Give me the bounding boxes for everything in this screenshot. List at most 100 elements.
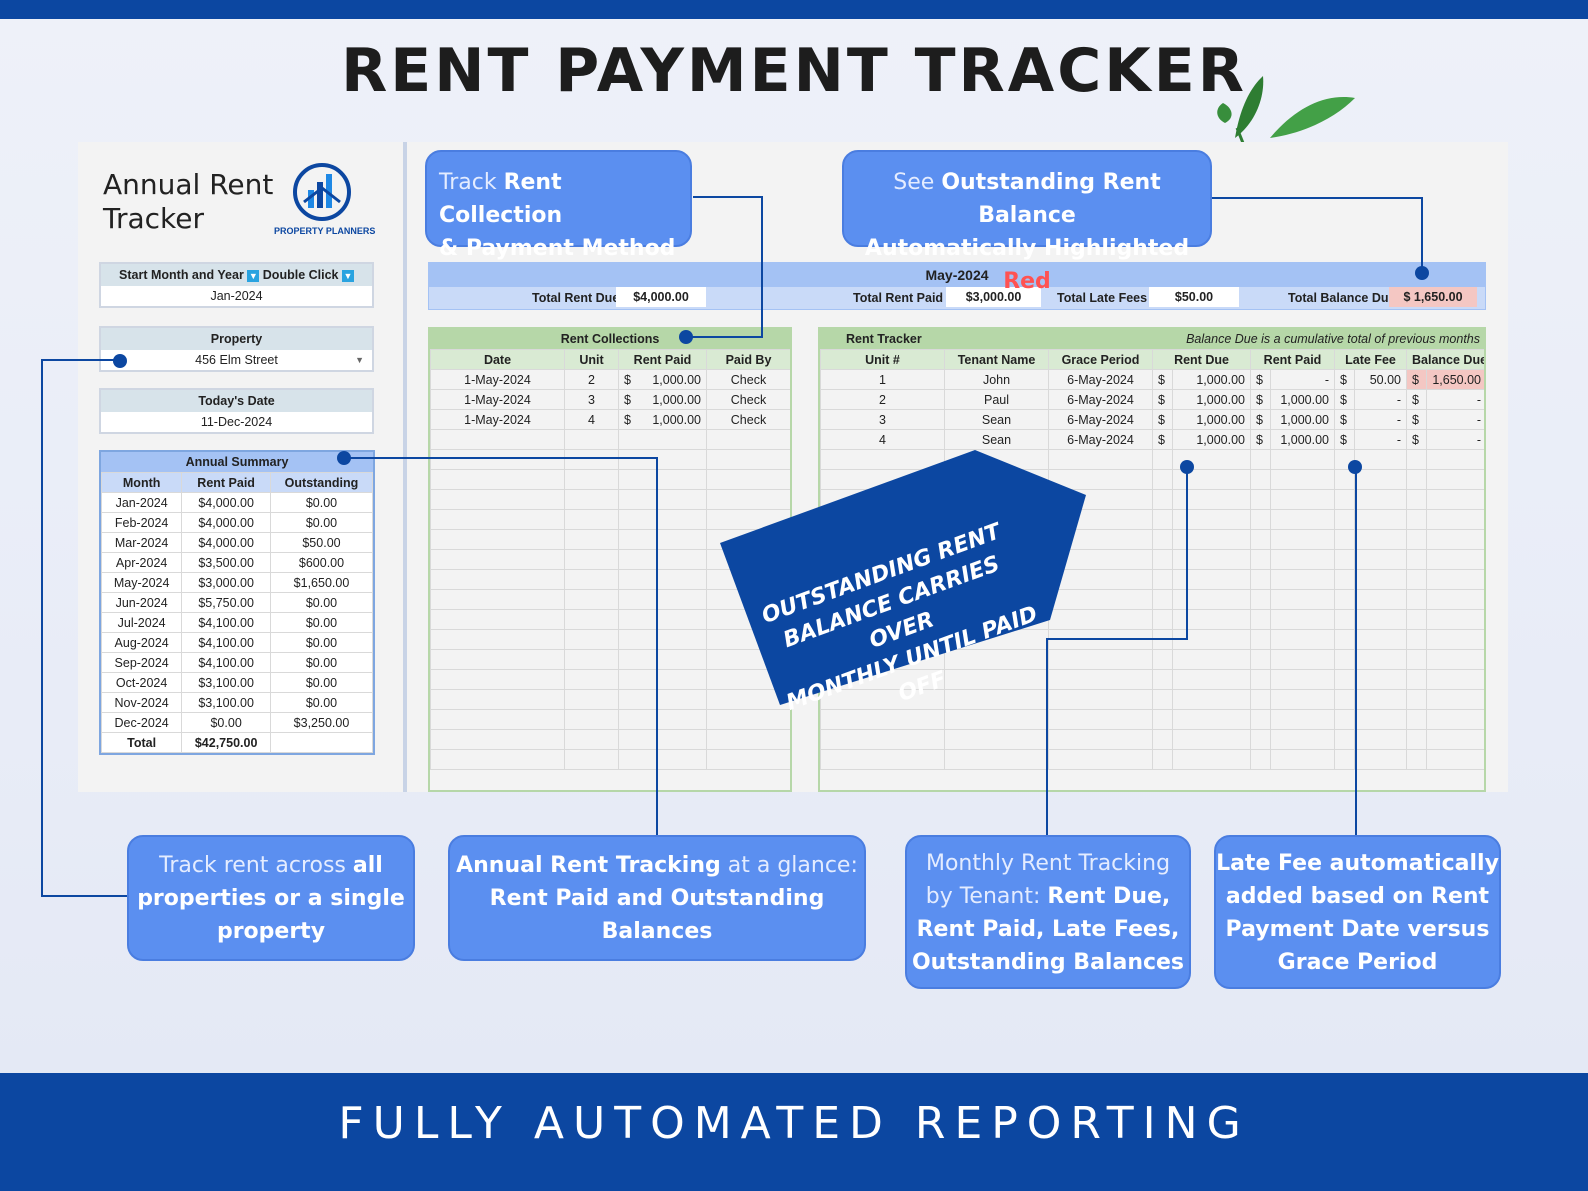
tracker-cell[interactable] bbox=[1426, 589, 1484, 610]
collections-cell[interactable] bbox=[430, 629, 565, 650]
tracker-cell[interactable] bbox=[1152, 729, 1173, 750]
tracker-cell[interactable] bbox=[1172, 509, 1251, 530]
collections-cell[interactable]: $1,000.00 bbox=[618, 389, 707, 410]
tracker-cell[interactable]: - bbox=[1354, 389, 1407, 410]
collections-cell[interactable] bbox=[430, 489, 565, 510]
tracker-cell[interactable]: $ bbox=[1250, 429, 1271, 450]
tracker-cell[interactable]: 1 bbox=[820, 369, 945, 390]
tracker-cell[interactable] bbox=[1334, 549, 1355, 570]
tracker-cell[interactable] bbox=[1270, 529, 1335, 550]
collections-cell[interactable] bbox=[618, 749, 707, 770]
tracker-cell[interactable]: $ bbox=[1152, 369, 1173, 390]
collections-cell[interactable]: 2 bbox=[564, 369, 619, 390]
summary-cell[interactable]: $0.00 bbox=[269, 512, 374, 533]
tracker-cell[interactable] bbox=[1172, 649, 1251, 670]
tracker-cell[interactable] bbox=[1354, 589, 1407, 610]
tracker-cell[interactable] bbox=[1354, 549, 1407, 570]
collections-cell[interactable]: $1,000.00 bbox=[618, 369, 707, 390]
tracker-cell[interactable] bbox=[1152, 509, 1173, 530]
tracker-cell[interactable]: 1,650.00 bbox=[1426, 369, 1484, 390]
tracker-cell[interactable]: $ bbox=[1406, 409, 1427, 430]
summary-cell[interactable]: Mar-2024 bbox=[100, 532, 183, 553]
summary-cell[interactable]: $0.00 bbox=[269, 692, 374, 713]
collections-cell[interactable]: 1-May-2024 bbox=[430, 389, 565, 410]
tracker-cell[interactable]: 1,000.00 bbox=[1172, 369, 1251, 390]
collections-cell[interactable] bbox=[564, 449, 619, 470]
summary-cell[interactable]: $3,100.00 bbox=[181, 692, 271, 713]
tracker-cell[interactable]: - bbox=[1354, 409, 1407, 430]
tracker-cell[interactable]: $ bbox=[1250, 409, 1271, 430]
tracker-cell[interactable] bbox=[1172, 589, 1251, 610]
tracker-cell[interactable]: - bbox=[1426, 389, 1484, 410]
tracker-cell[interactable] bbox=[1354, 489, 1407, 510]
collections-cell[interactable] bbox=[564, 549, 619, 570]
tracker-cell[interactable] bbox=[1406, 729, 1427, 750]
tracker-cell[interactable] bbox=[1250, 569, 1271, 590]
tracker-cell[interactable] bbox=[1334, 729, 1355, 750]
tracker-cell[interactable]: 1,000.00 bbox=[1172, 409, 1251, 430]
tracker-cell[interactable] bbox=[1172, 609, 1251, 630]
summary-cell[interactable]: $3,000.00 bbox=[181, 572, 271, 593]
collections-cell[interactable] bbox=[430, 649, 565, 670]
collections-cell[interactable] bbox=[618, 429, 707, 450]
tracker-cell[interactable] bbox=[1354, 709, 1407, 730]
summary-cell[interactable]: $4,000.00 bbox=[181, 532, 271, 553]
collections-cell[interactable] bbox=[618, 729, 707, 750]
tracker-cell[interactable] bbox=[1250, 729, 1271, 750]
collections-cell[interactable] bbox=[618, 529, 707, 550]
collections-cell[interactable] bbox=[618, 669, 707, 690]
collections-cell[interactable] bbox=[430, 469, 565, 490]
tracker-cell[interactable] bbox=[1426, 489, 1484, 510]
summary-cell[interactable]: Sep-2024 bbox=[100, 652, 183, 673]
tracker-cell[interactable] bbox=[1270, 489, 1335, 510]
tracker-cell[interactable] bbox=[1406, 749, 1427, 770]
tracker-cell[interactable] bbox=[1426, 569, 1484, 590]
collections-cell[interactable]: 4 bbox=[564, 409, 619, 430]
tracker-cell[interactable]: 1,000.00 bbox=[1270, 429, 1335, 450]
tracker-cell[interactable] bbox=[1334, 669, 1355, 690]
collections-cell[interactable] bbox=[706, 729, 790, 750]
tracker-cell[interactable] bbox=[1048, 749, 1153, 770]
collections-cell[interactable] bbox=[430, 509, 565, 530]
tracker-cell[interactable] bbox=[1426, 709, 1484, 730]
tracker-cell[interactable] bbox=[1426, 609, 1484, 630]
collections-cell[interactable] bbox=[564, 489, 619, 510]
tracker-cell[interactable] bbox=[1172, 669, 1251, 690]
collections-cell[interactable]: Check bbox=[706, 389, 790, 410]
tracker-cell[interactable] bbox=[1152, 609, 1173, 630]
tracker-cell[interactable] bbox=[1406, 709, 1427, 730]
tracker-cell[interactable] bbox=[1152, 669, 1173, 690]
tracker-cell[interactable] bbox=[1334, 749, 1355, 770]
tracker-cell[interactable] bbox=[1270, 449, 1335, 470]
tracker-cell[interactable]: $ bbox=[1334, 389, 1355, 410]
collections-cell[interactable] bbox=[564, 709, 619, 730]
tracker-cell[interactable] bbox=[1426, 549, 1484, 570]
collections-cell[interactable] bbox=[618, 629, 707, 650]
tracker-cell[interactable] bbox=[944, 749, 1049, 770]
summary-cell[interactable]: $0.00 bbox=[269, 652, 374, 673]
collections-cell[interactable] bbox=[564, 469, 619, 490]
tracker-cell[interactable]: 1,000.00 bbox=[1172, 389, 1251, 410]
tracker-cell[interactable] bbox=[1172, 709, 1251, 730]
tracker-cell[interactable] bbox=[1426, 449, 1484, 470]
tracker-cell[interactable] bbox=[944, 729, 1049, 750]
collections-cell[interactable] bbox=[618, 469, 707, 490]
tracker-cell[interactable]: 3 bbox=[820, 409, 945, 430]
tracker-cell[interactable]: $ bbox=[1250, 389, 1271, 410]
collections-cell[interactable]: 3 bbox=[564, 389, 619, 410]
tracker-cell[interactable]: Paul bbox=[944, 389, 1049, 410]
collections-cell[interactable] bbox=[430, 749, 565, 770]
tracker-cell[interactable]: $ bbox=[1334, 369, 1355, 390]
tracker-cell[interactable] bbox=[1334, 489, 1355, 510]
collections-cell[interactable] bbox=[618, 609, 707, 630]
tracker-cell[interactable] bbox=[1406, 629, 1427, 650]
tracker-cell[interactable] bbox=[1406, 529, 1427, 550]
collections-cell[interactable] bbox=[618, 549, 707, 570]
tracker-cell[interactable] bbox=[1334, 709, 1355, 730]
collections-cell[interactable] bbox=[564, 569, 619, 590]
summary-cell[interactable]: $3,250.00 bbox=[269, 712, 374, 733]
tracker-cell[interactable] bbox=[1354, 729, 1407, 750]
tracker-cell[interactable] bbox=[1172, 749, 1251, 770]
collections-cell[interactable] bbox=[430, 729, 565, 750]
summary-cell[interactable]: $4,100.00 bbox=[181, 652, 271, 673]
